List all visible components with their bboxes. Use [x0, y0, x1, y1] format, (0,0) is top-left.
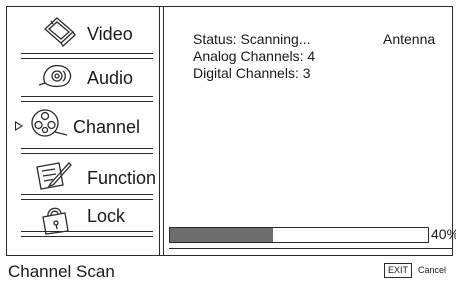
- menu-item-label: Video: [87, 24, 133, 44]
- menu-item-label: Function: [87, 168, 157, 188]
- signal-source: Antenna: [383, 31, 436, 47]
- side-menu: Video Audio Channel Function Lock: [7, 7, 157, 255]
- menu-item-label: Audio: [87, 68, 134, 88]
- menu-divider: [21, 231, 153, 237]
- menu-item-label: Channel: [73, 117, 141, 137]
- cancel-label: Cancel: [418, 265, 447, 275]
- analog-channel-count: Analog Channels: 4: [193, 48, 316, 64]
- menu-divider: [21, 96, 153, 102]
- scan-progress-fill: [170, 228, 274, 242]
- scan-progress-percent: 40%: [431, 226, 456, 242]
- osd-window: Video Audio Channel Function Lock Status…: [6, 6, 456, 256]
- page-title: Channel Scan: [8, 262, 115, 281]
- content-divider: [169, 248, 453, 249]
- function-icon: [33, 159, 73, 193]
- scan-status: Status: Scanning...: [193, 31, 311, 47]
- menu-item-lock[interactable]: Lock: [7, 199, 157, 243]
- menu-item-function[interactable]: Function: [7, 157, 157, 201]
- channel-reel-icon: [27, 107, 68, 141]
- menu-item-video[interactable]: Video: [7, 15, 157, 59]
- video-icon: [39, 15, 79, 49]
- digital-channel-count: Digital Channels: 3: [193, 65, 311, 81]
- exit-key-hint[interactable]: EXIT: [384, 263, 413, 278]
- menu-item-label: Lock: [87, 206, 126, 226]
- menu-item-channel[interactable]: Channel: [7, 103, 157, 154]
- menu-separator: [163, 7, 164, 255]
- selection-arrow-icon: [15, 121, 23, 131]
- menu-item-audio[interactable]: Audio: [7, 59, 157, 103]
- audio-icon: [35, 59, 75, 93]
- menu-divider: [21, 148, 153, 154]
- menu-separator: [159, 7, 160, 255]
- scan-progress-bar: [169, 227, 429, 243]
